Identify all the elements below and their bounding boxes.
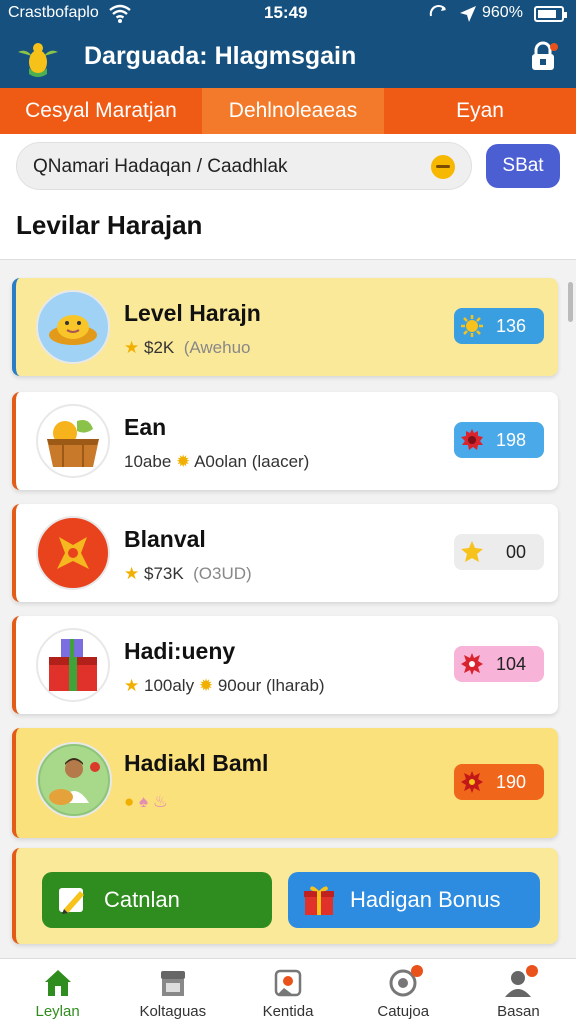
sun-icon bbox=[461, 315, 483, 337]
avatar bbox=[36, 628, 110, 702]
section-header: Levilar Harajan bbox=[0, 196, 576, 260]
list-item[interactable]: Blanval ★ $73K (O3UD) 00 bbox=[12, 504, 558, 602]
status-bar: Crastbofaplo 15:49 960% bbox=[0, 0, 576, 28]
score-badge: 190 bbox=[454, 764, 544, 800]
item-sub: 10abe ✹ A0olan (laacer) bbox=[124, 452, 310, 471]
bottom-nav: Leylan Koltaguas Kentida Catujoa Basan bbox=[0, 958, 576, 1024]
item-rating-icons: ● ♠ ♨ bbox=[124, 792, 169, 811]
item-name: Ean bbox=[124, 414, 167, 440]
search-input[interactable]: QNamari Hadaqan / Caadhlak bbox=[16, 142, 472, 190]
score-badge: 136 bbox=[454, 308, 544, 344]
badge-value: 104 bbox=[495, 653, 526, 674]
nav-item-chat[interactable]: Catujoa bbox=[346, 959, 461, 1024]
burst-icon bbox=[461, 653, 483, 675]
burst-icon bbox=[461, 771, 483, 793]
tab-third[interactable]: Eyan bbox=[384, 88, 576, 134]
nav-item-home[interactable]: Leylan bbox=[0, 959, 115, 1024]
avatar bbox=[36, 290, 110, 364]
badge-value: 00 bbox=[505, 541, 526, 562]
action-row: Catnlan Hadigan Bonus bbox=[12, 848, 558, 944]
badge-value: 190 bbox=[495, 771, 526, 792]
app-title: Darguada: Hlagmsgain bbox=[84, 42, 357, 70]
badge-value: 136 bbox=[495, 315, 526, 336]
score-badge: 00 bbox=[454, 534, 544, 570]
wifi-icon bbox=[109, 4, 131, 23]
store-icon bbox=[160, 971, 185, 996]
nav-item-profile[interactable]: Basan bbox=[461, 959, 576, 1024]
gift-icon bbox=[304, 886, 334, 915]
battery-percent: 960% bbox=[482, 4, 523, 21]
item-name: Blanval bbox=[124, 526, 206, 552]
list-item[interactable]: Level Harajn ★ $2K (Awehuo 136 bbox=[12, 278, 558, 376]
search-value: QNamari Hadaqan / Caadhlak bbox=[33, 156, 288, 177]
list-item[interactable]: Hadiakl Baml ● ♠ ♨ 190 bbox=[12, 728, 558, 838]
item-sub: ★ $73K (O3UD) bbox=[124, 564, 252, 583]
item-name: Hadi:ueny bbox=[124, 638, 236, 664]
list-item[interactable]: Ean 10abe ✹ A0olan (laacer) 198 bbox=[12, 392, 558, 490]
nav-item-photo[interactable]: Kentida bbox=[230, 959, 345, 1024]
battery-icon bbox=[534, 6, 567, 22]
item-name: Hadiakl Baml bbox=[124, 750, 269, 776]
emoji-icon[interactable] bbox=[431, 155, 455, 179]
bonus-button[interactable]: Hadigan Bonus bbox=[288, 872, 540, 928]
carrier-label: Crastbofaplo bbox=[8, 4, 99, 21]
avatar bbox=[36, 742, 112, 818]
home-icon bbox=[44, 970, 71, 996]
star-icon bbox=[461, 541, 483, 562]
photo-icon bbox=[274, 969, 302, 997]
search-button[interactable]: SBat bbox=[486, 144, 560, 188]
nav-label: Catujoa bbox=[377, 1003, 430, 1020]
item-name: Level Harajn bbox=[124, 300, 261, 326]
nav-label: Koltaguas bbox=[139, 1003, 207, 1020]
tab-first[interactable]: Cesyal Maratjan bbox=[0, 88, 202, 134]
notification-dot bbox=[526, 965, 539, 977]
primary-action-button[interactable]: Catnlan bbox=[42, 872, 272, 928]
scrollbar[interactable] bbox=[568, 282, 573, 322]
nav-label: Leylan bbox=[35, 1003, 80, 1020]
basket-icon bbox=[47, 420, 99, 467]
nav-label: Basan bbox=[497, 1003, 540, 1020]
search-row: QNamari Hadaqan / Caadhlak SBat bbox=[0, 134, 576, 196]
pencil-note-icon bbox=[59, 888, 84, 914]
item-sub: ★ $2K (Awehuo bbox=[124, 338, 251, 357]
clock: 15:49 bbox=[264, 3, 308, 22]
score-badge: 104 bbox=[454, 646, 544, 682]
location-arrow-icon bbox=[460, 6, 476, 22]
primary-action-label: Catnlan bbox=[104, 887, 180, 912]
tab-second[interactable]: Dehlnoleaeas bbox=[202, 88, 384, 134]
avatar bbox=[36, 404, 110, 478]
item-sub: ★ 100aly ✹ 90our (lharab) bbox=[124, 676, 325, 695]
farmer-icon bbox=[40, 746, 108, 814]
app-logo-icon bbox=[18, 43, 58, 77]
badge-value: 198 bbox=[495, 429, 526, 450]
nav-label: Kentida bbox=[262, 1003, 314, 1020]
lock-icon[interactable] bbox=[526, 40, 560, 74]
avatar bbox=[36, 516, 110, 590]
rotation-lock-icon bbox=[429, 5, 446, 17]
gift-icon bbox=[49, 639, 97, 691]
app-bar: Darguada: Hlagmsgain bbox=[0, 28, 576, 88]
puzzle-icon bbox=[57, 537, 89, 569]
gear-icon bbox=[461, 429, 483, 450]
bonus-label: Hadigan Bonus bbox=[350, 887, 501, 912]
list-item[interactable]: Hadi:ueny ★ 100aly ✹ 90our (lharab) 104 bbox=[12, 616, 558, 714]
nav-item-store[interactable]: Koltaguas bbox=[115, 959, 230, 1024]
duck-icon bbox=[49, 315, 97, 345]
tab-bar: Cesyal Maratjan Dehlnoleaeas Eyan bbox=[0, 88, 576, 134]
score-badge: 198 bbox=[454, 422, 544, 458]
notification-dot bbox=[411, 965, 424, 977]
section-title: Levilar Harajan bbox=[16, 210, 203, 240]
